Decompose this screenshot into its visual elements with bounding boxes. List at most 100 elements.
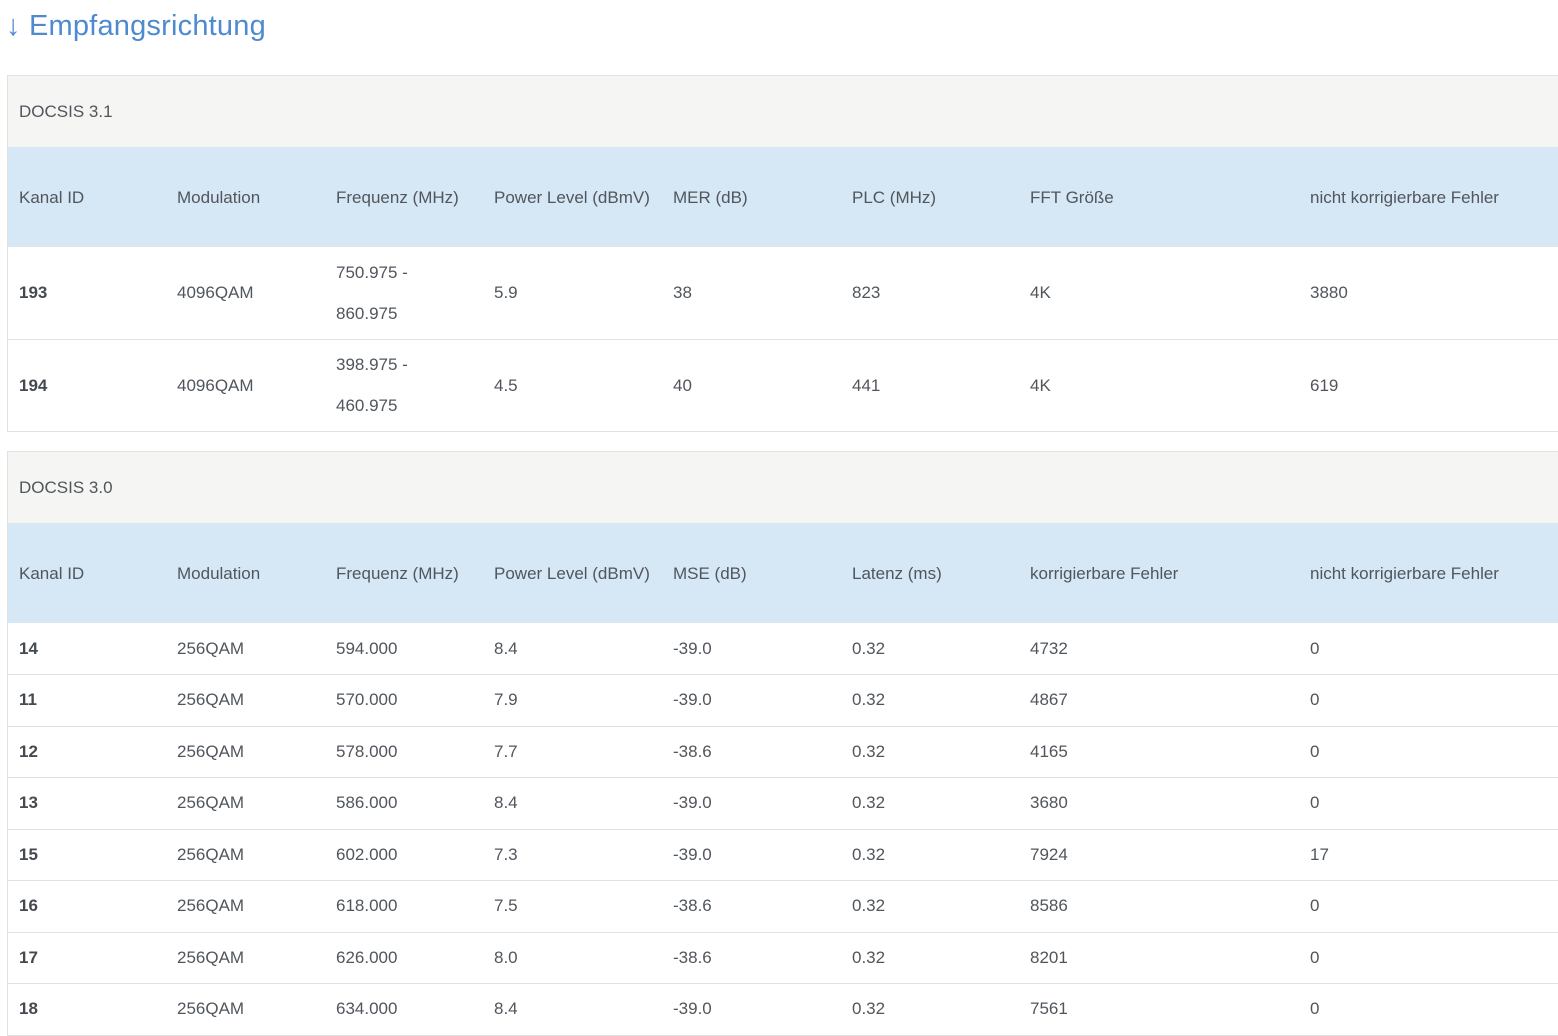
table-cell: 11 [8,674,166,727]
table-cell: -39.0 [662,829,841,881]
column-header: korrigierbare Fehler [1019,523,1299,623]
table-cell: -38.6 [662,880,841,933]
column-header: Power Level (dBmV) [483,147,662,247]
table-cell: 256QAM [166,983,325,1036]
table-cell: 0.32 [841,726,1019,778]
table-cell: -39.0 [662,674,841,727]
table-cell: 602.000 [325,829,483,881]
table-cell: 256QAM [166,880,325,933]
table-cell: 0.32 [841,829,1019,881]
column-header: MSE (dB) [662,523,841,623]
table-row: 12 256QAM 578.000 7.7 -38.6 0.32 4165 0 [8,726,1558,778]
table-cell: 0.32 [841,983,1019,1036]
table-cell: 4096QAM [166,247,325,340]
table-cell: 8.4 [483,983,662,1036]
column-header: Power Level (dBmV) [483,523,662,623]
docsis30-section: DOCSIS 3.0 Kanal ID Modulation Frequenz (M… [7,451,1558,1036]
docsis30-table: Kanal ID Modulation Frequenz (MHz) Power Le… [8,523,1558,1036]
table-cell: 823 [841,247,1019,340]
table-cell: 4165 [1019,726,1299,778]
table-cell: 40 [662,339,841,432]
column-header: FFT Größe [1019,147,1299,247]
table-cell: 398.975 - 460.975 [325,339,483,432]
table-cell: 7.9 [483,674,662,727]
table-cell: 3680 [1019,777,1299,830]
table-cell: 0 [1299,726,1558,778]
section-title: DOCSIS 3.0 [8,452,1558,523]
table-cell: 7561 [1019,983,1299,1036]
column-header: Latenz (ms) [841,523,1019,623]
docsis31-section: DOCSIS 3.1 Kanal ID Modulation Frequenz (M… [7,75,1558,432]
table-cell: 0 [1299,777,1558,830]
table-cell: 12 [8,726,166,778]
table-cell: 193 [8,247,166,340]
table-cell: 8.4 [483,777,662,830]
table-cell: 14 [8,623,166,675]
table-cell: 256QAM [166,777,325,830]
column-header: PLC (MHz) [841,147,1019,247]
table-cell: 0 [1299,932,1558,984]
table-cell: 18 [8,983,166,1036]
table-cell: 256QAM [166,829,325,881]
table-cell: 750.975 - 860.975 [325,247,483,340]
table-cell: 7.3 [483,829,662,881]
table-cell: 0.32 [841,777,1019,830]
section-title: DOCSIS 3.1 [8,76,1558,147]
table-cell: 586.000 [325,777,483,830]
table-cell: -38.6 [662,932,841,984]
docsis31-table: Kanal ID Modulation Frequenz (MHz) Power Le… [8,147,1558,432]
table-cell: 0 [1299,880,1558,933]
table-cell: 17 [1299,829,1558,881]
table-cell: 0.32 [841,674,1019,727]
table-cell: 256QAM [166,623,325,675]
table-row: 193 4096QAM 750.975 - 860.975 5.9 38 823 4K 388… [8,247,1558,340]
table-row: 14 256QAM 594.000 8.4 -39.0 0.32 4732 0 [8,623,1558,675]
table-cell: 3880 [1299,247,1558,340]
table-cell: 8586 [1019,880,1299,933]
table-cell: -39.0 [662,623,841,675]
table-cell: 618.000 [325,880,483,933]
table-cell: 8201 [1019,932,1299,984]
column-header: nicht korrigierbare Fehler [1299,523,1558,623]
table-cell: 0 [1299,983,1558,1036]
table-cell: 0 [1299,623,1558,675]
table-row: 11 256QAM 570.000 7.9 -39.0 0.32 4867 0 [8,674,1558,727]
table-cell: 13 [8,777,166,830]
table-cell: 619 [1299,339,1558,432]
table-cell: 17 [8,932,166,984]
table-cell: 626.000 [325,932,483,984]
table-row: 17 256QAM 626.000 8.0 -38.6 0.32 8201 0 [8,932,1558,984]
table-cell: 256QAM [166,726,325,778]
table-cell: 7924 [1019,829,1299,881]
table-cell: 0.32 [841,880,1019,933]
table-cell: 4K [1019,339,1299,432]
table-cell: 8.0 [483,932,662,984]
table-cell: 4732 [1019,623,1299,675]
table-cell: 7.7 [483,726,662,778]
column-header: Kanal ID [8,523,166,623]
table-cell: 634.000 [325,983,483,1036]
table-row: 16 256QAM 618.000 7.5 -38.6 0.32 8586 0 [8,880,1558,933]
column-header: Kanal ID [8,147,166,247]
table-cell: 0 [1299,674,1558,727]
table-cell: 441 [841,339,1019,432]
table-cell: 15 [8,829,166,881]
table-cell: 570.000 [325,674,483,727]
table-cell: -39.0 [662,777,841,830]
table-cell: 578.000 [325,726,483,778]
table-cell: 5.9 [483,247,662,340]
table-cell: -39.0 [662,983,841,1036]
column-header: MER (dB) [662,147,841,247]
table-cell: -38.6 [662,726,841,778]
table-cell: 4867 [1019,674,1299,727]
table-cell: 594.000 [325,623,483,675]
table-cell: 4.5 [483,339,662,432]
table-cell: 16 [8,880,166,933]
table-cell: 38 [662,247,841,340]
page-heading: ↓ Empfangsrichtung [6,10,266,42]
column-header: Modulation [166,523,325,623]
table-cell: 4K [1019,247,1299,340]
table-cell: 7.5 [483,880,662,933]
table-cell: 0.32 [841,623,1019,675]
table-cell: 8.4 [483,623,662,675]
